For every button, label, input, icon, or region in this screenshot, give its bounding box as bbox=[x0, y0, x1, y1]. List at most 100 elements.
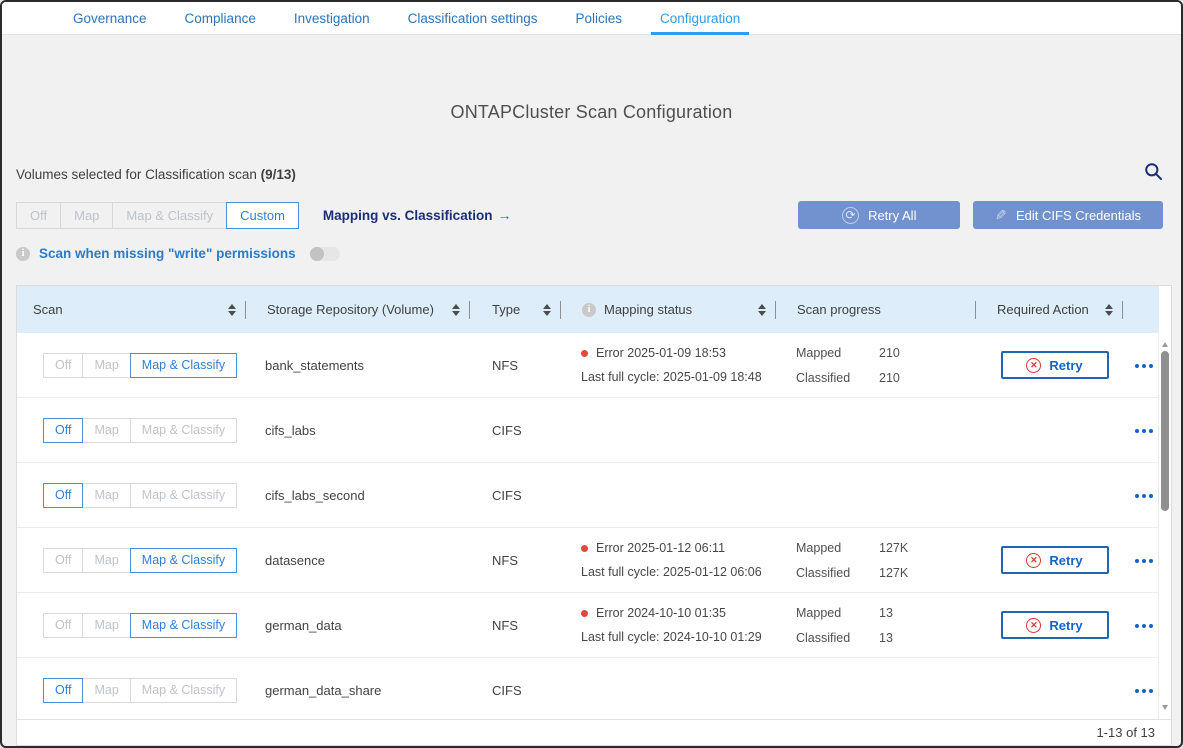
sort-icon[interactable] bbox=[758, 304, 766, 316]
status-error-line: Error 2024-10-10 01:35 bbox=[581, 606, 781, 620]
nav-tab-configuration[interactable]: Configuration bbox=[651, 2, 749, 34]
column-header-required-action: Required Action bbox=[981, 286, 1128, 333]
row-scan-option-off[interactable]: Off bbox=[43, 613, 83, 638]
top-nav: Governance Compliance Investigation Classif… bbox=[2, 2, 1181, 35]
row-scan-option-map-classify[interactable]: Map & Classify bbox=[130, 678, 237, 703]
ellipsis-icon bbox=[1142, 689, 1146, 693]
error-dot-icon bbox=[581, 545, 588, 552]
row-scan-option-map-classify[interactable]: Map & Classify bbox=[130, 483, 237, 508]
classified-value: 127K bbox=[879, 566, 981, 580]
row-volume-name: bank_statements bbox=[251, 358, 475, 373]
scan-mode-custom[interactable]: Custom bbox=[226, 202, 299, 229]
row-scan-option-off[interactable]: Off bbox=[43, 548, 83, 573]
sort-icon[interactable] bbox=[543, 304, 551, 316]
ellipsis-icon bbox=[1149, 624, 1153, 628]
column-divider bbox=[245, 301, 246, 319]
row-menu-button[interactable] bbox=[1128, 492, 1158, 498]
nav-tab-compliance[interactable]: Compliance bbox=[176, 2, 265, 34]
sort-icon[interactable] bbox=[452, 304, 460, 316]
row-scan-toggle-group: OffMapMap & Classify bbox=[17, 678, 251, 703]
error-text: Error 2025-01-12 06:11 bbox=[596, 541, 725, 555]
row-volume-name: german_data_share bbox=[251, 683, 475, 698]
row-scan-option-map-classify[interactable]: Map & Classify bbox=[130, 418, 237, 443]
ellipsis-icon bbox=[1142, 559, 1146, 563]
column-divider bbox=[775, 301, 776, 319]
row-scan-option-map-classify[interactable]: Map & Classify bbox=[130, 548, 237, 573]
row-scan-progress: Mapped 13 Classified 13 bbox=[781, 606, 981, 645]
scan-mode-off[interactable]: Off bbox=[16, 202, 61, 229]
row-scan-option-off[interactable]: Off bbox=[43, 353, 83, 378]
write-permissions-label: Scan when missing "write" permissions bbox=[39, 246, 296, 261]
row-scan-option-map-classify[interactable]: Map & Classify bbox=[130, 613, 237, 638]
column-header-type: Type bbox=[475, 286, 566, 333]
row-scan-option-map-classify[interactable]: Map & Classify bbox=[130, 353, 237, 378]
row-scan-toggle-group: OffMapMap & Classify bbox=[17, 613, 251, 638]
search-button[interactable] bbox=[1144, 162, 1163, 186]
table-row: OffMapMap & Classify cifs_labs_second CI… bbox=[17, 463, 1158, 528]
row-scan-option-map[interactable]: Map bbox=[82, 678, 130, 703]
section-label: Volumes selected for Classification scan… bbox=[16, 167, 296, 182]
write-permissions-toggle[interactable] bbox=[310, 247, 340, 261]
table-row: OffMapMap & Classify cifs_labs CIFS ✕ bbox=[17, 398, 1158, 463]
row-menu-button[interactable] bbox=[1128, 622, 1158, 628]
row-menu-button[interactable] bbox=[1128, 362, 1158, 368]
nav-tab-investigation[interactable]: Investigation bbox=[285, 2, 379, 34]
mapped-value: 127K bbox=[879, 541, 981, 555]
row-scan-option-off[interactable]: Off bbox=[43, 678, 83, 703]
table-body: OffMapMap & Classify bank_statements NFS… bbox=[17, 333, 1158, 719]
retry-button[interactable]: ✕ Retry bbox=[1001, 351, 1109, 379]
row-scan-option-map[interactable]: Map bbox=[82, 548, 130, 573]
mapped-label: Mapped bbox=[796, 541, 879, 555]
nav-tab-classification-settings[interactable]: Classification settings bbox=[399, 2, 547, 34]
scrollbar-down-arrow[interactable] bbox=[1162, 705, 1168, 710]
status-last-cycle-line: Last full cycle: 2025-01-09 18:48 bbox=[581, 370, 781, 384]
scan-mode-map-classify[interactable]: Map & Classify bbox=[112, 202, 227, 229]
row-mapping-status: Error 2025-01-12 06:11 Last full cycle: … bbox=[566, 541, 781, 579]
column-divider bbox=[1122, 301, 1123, 319]
retry-all-button[interactable]: ⟳ Retry All bbox=[798, 201, 960, 229]
retry-button[interactable]: ✕ Retry bbox=[1001, 611, 1109, 639]
row-menu-button[interactable] bbox=[1128, 427, 1158, 433]
ellipsis-icon bbox=[1142, 624, 1146, 628]
row-scan-option-map[interactable]: Map bbox=[82, 483, 130, 508]
sort-icon[interactable] bbox=[1105, 304, 1113, 316]
toolbar-left: OffMapMap & ClassifyCustom Mapping vs. C… bbox=[16, 202, 511, 229]
mapping-vs-classification-link[interactable]: Mapping vs. Classification → bbox=[323, 207, 512, 223]
scrollbar-up-arrow[interactable] bbox=[1162, 342, 1168, 347]
row-scan-toggle-group: OffMapMap & Classify bbox=[17, 483, 251, 508]
row-volume-name: cifs_labs bbox=[251, 423, 475, 438]
row-scan-option-map[interactable]: Map bbox=[82, 418, 130, 443]
row-scan-option-off[interactable]: Off bbox=[43, 483, 83, 508]
row-volume-name: german_data bbox=[251, 618, 475, 633]
mapping-vs-classification-label: Mapping vs. Classification bbox=[323, 208, 493, 223]
row-menu-button[interactable] bbox=[1128, 557, 1158, 563]
table-footer: 1-13 of 13 bbox=[17, 719, 1171, 745]
row-scan-option-map[interactable]: Map bbox=[82, 353, 130, 378]
row-menu-button[interactable] bbox=[1128, 687, 1158, 693]
section-row: Volumes selected for Classification scan… bbox=[16, 162, 1163, 186]
sort-icon[interactable] bbox=[228, 304, 236, 316]
column-label: Scan progress bbox=[797, 302, 881, 317]
row-mapping-status: Error 2024-10-10 01:35 Last full cycle: … bbox=[566, 606, 781, 644]
scrollbar-thumb[interactable] bbox=[1161, 351, 1169, 511]
row-volume-type: NFS bbox=[475, 358, 566, 373]
ellipsis-icon bbox=[1135, 624, 1139, 628]
retry-button-label: Retry bbox=[1049, 618, 1082, 633]
retry-button[interactable]: ✕ Retry bbox=[1001, 546, 1109, 574]
row-scan-option-off[interactable]: Off bbox=[43, 418, 83, 443]
retry-button-label: Retry bbox=[1049, 358, 1082, 373]
row-scan-option-map[interactable]: Map bbox=[82, 613, 130, 638]
ellipsis-icon bbox=[1142, 429, 1146, 433]
row-volume-type: CIFS bbox=[475, 423, 566, 438]
vertical-scrollbar[interactable] bbox=[1158, 333, 1171, 719]
edit-cifs-credentials-button[interactable]: ✎ Edit CIFS Credentials bbox=[973, 201, 1163, 229]
column-label: Required Action bbox=[997, 302, 1089, 317]
scan-mode-map[interactable]: Map bbox=[60, 202, 113, 229]
column-header-volume: Storage Repository (Volume) bbox=[251, 286, 475, 333]
nav-tab-policies[interactable]: Policies bbox=[566, 2, 631, 34]
nav-tab-governance[interactable]: Governance bbox=[64, 2, 156, 34]
ellipsis-icon bbox=[1135, 494, 1139, 498]
row-required-action: ✕ Retry bbox=[981, 611, 1128, 639]
retry-all-label: Retry All bbox=[868, 208, 916, 223]
arrow-right-icon: → bbox=[497, 207, 511, 223]
